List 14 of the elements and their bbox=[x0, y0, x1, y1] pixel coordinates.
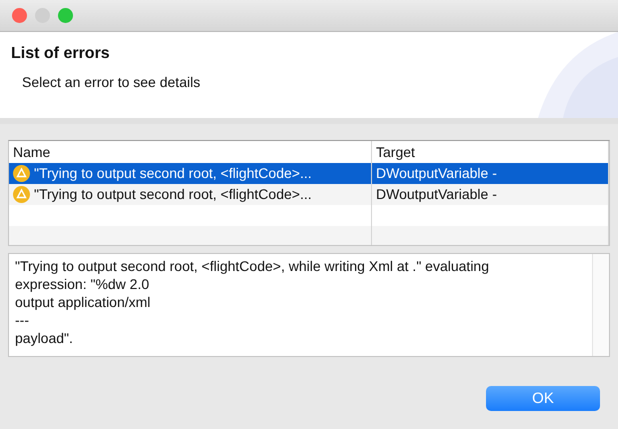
dialog-subtitle: Select an error to see details bbox=[22, 74, 202, 90]
warning-icon bbox=[13, 165, 30, 182]
window-button[interactable] bbox=[35, 8, 50, 23]
error-name: "Trying to output second root, <flightCode>... bbox=[34, 164, 312, 183]
table-cell[interactable]: DWoutputVariable - bbox=[372, 184, 609, 205]
error-details: "Trying to output second root, <flightCode>, while writing Xml at ." evaluating expression: "%dw 2.0 output application/xml --- payload". bbox=[14, 257, 490, 348]
window-button[interactable] bbox=[58, 8, 73, 23]
dialog-title: List of errors bbox=[11, 45, 111, 63]
window-button[interactable] bbox=[12, 8, 27, 23]
table-cell[interactable]: DWoutputVariable - bbox=[372, 163, 609, 184]
warning-icon bbox=[13, 186, 30, 203]
table-cell[interactable]: "Trying to output second root, <flightCode>... bbox=[9, 163, 372, 184]
table-cell[interactable]: "Trying to output second root, <flightCode>... bbox=[9, 184, 372, 205]
error-name: "Trying to output second root, <flightCode>... bbox=[34, 185, 312, 204]
